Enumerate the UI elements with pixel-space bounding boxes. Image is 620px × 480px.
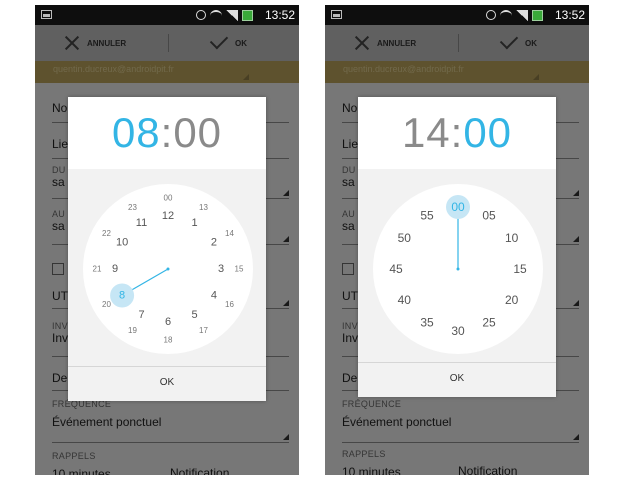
time-readout: 08:00 <box>68 109 266 157</box>
dial-number-20[interactable]: 20 <box>505 293 519 307</box>
dial-number-7[interactable]: 7 <box>138 309 144 321</box>
clock-dial[interactable]: 12 1 2 3 4 5 6 7 8 9 10 11 00 13 14 15 16 17 18 19 20 21 22 23 <box>83 184 253 354</box>
dial-number-8[interactable]: 8 <box>119 290 125 302</box>
signal-icon <box>516 9 528 21</box>
time-picker-dialog: 08:00 12 1 2 3 4 5 6 7 8 9 10 11 00 13 14 15 16 17 18 19 20 2… <box>68 97 266 401</box>
dial-number-45[interactable]: 45 <box>389 262 403 276</box>
dial-center-dot <box>456 267 460 271</box>
dial-number-00[interactable]: 00 <box>451 200 465 214</box>
dial-number-10[interactable]: 10 <box>116 237 128 249</box>
dial-number-00[interactable]: 00 <box>164 194 173 203</box>
dial-number-50[interactable]: 50 <box>398 231 412 245</box>
signal-icon <box>226 9 238 21</box>
dial-number-15[interactable]: 15 <box>235 265 244 274</box>
battery-icon <box>242 9 253 21</box>
time-separator: : <box>160 109 174 156</box>
dial-number-40[interactable]: 40 <box>398 293 412 307</box>
dial-number-35[interactable]: 35 <box>420 316 434 330</box>
dial-number-2[interactable]: 2 <box>211 237 217 249</box>
battery-icon <box>532 9 543 21</box>
wifi-icon <box>500 10 512 20</box>
phone-screen-right: 13:52 ANNULER OK quentin.ducreux@android… <box>325 5 589 475</box>
dial-number-4[interactable]: 4 <box>211 290 217 302</box>
time-display: 14:00 <box>358 97 556 169</box>
image-notification-icon <box>331 10 342 19</box>
dial-number-19[interactable]: 19 <box>128 326 137 335</box>
dial-number-15[interactable]: 15 <box>513 262 527 276</box>
dial-number-23[interactable]: 23 <box>128 203 137 212</box>
dial-number-13[interactable]: 13 <box>199 203 208 212</box>
dial-number-21[interactable]: 21 <box>93 265 102 274</box>
hours-display[interactable]: 14 <box>402 109 451 156</box>
clock-dial[interactable]: 00 05 10 15 20 25 30 35 40 45 50 55 <box>373 184 543 354</box>
dial-number-30[interactable]: 30 <box>451 324 465 338</box>
dial-face[interactable]: 00 05 10 15 20 25 30 35 40 45 50 55 <box>373 184 543 354</box>
dial-center-dot <box>166 267 170 271</box>
status-time: 13:52 <box>554 8 585 22</box>
dial-number-14[interactable]: 14 <box>225 229 234 238</box>
dialog-ok-button[interactable]: OK <box>68 366 266 401</box>
dialog-ok-button[interactable]: OK <box>358 362 556 397</box>
status-bar: 13:52 <box>325 5 589 25</box>
image-notification-icon <box>41 10 52 19</box>
dial-number-12[interactable]: 12 <box>162 210 174 222</box>
dial-number-5[interactable]: 5 <box>191 309 197 321</box>
dial-number-1[interactable]: 1 <box>191 217 197 229</box>
dial-number-20[interactable]: 20 <box>102 300 111 309</box>
alarm-icon <box>196 10 206 20</box>
status-icons <box>196 9 253 21</box>
dial-number-11[interactable]: 11 <box>136 217 147 229</box>
dial-number-17[interactable]: 17 <box>199 326 208 335</box>
dial-number-3[interactable]: 3 <box>218 263 224 275</box>
phone-screen-left: 13:52 ANNULER OK quentin.ducreux@android… <box>35 5 299 475</box>
status-bar: 13:52 <box>35 5 299 25</box>
dialog-ok-label: OK <box>449 373 465 384</box>
alarm-icon <box>486 10 496 20</box>
dial-face[interactable]: 121234567891011001314151617181920212223 <box>83 184 253 354</box>
minutes-display[interactable]: 00 <box>463 109 512 156</box>
status-time: 13:52 <box>264 8 295 22</box>
time-readout: 14:00 <box>358 109 556 157</box>
status-icons <box>486 9 543 21</box>
minutes-display[interactable]: 00 <box>173 109 222 156</box>
dial-number-6[interactable]: 6 <box>165 316 171 328</box>
dial-number-05[interactable]: 05 <box>482 208 496 222</box>
dial-number-25[interactable]: 25 <box>482 316 496 330</box>
dial-number-16[interactable]: 16 <box>225 300 234 309</box>
dial-number-18[interactable]: 18 <box>164 336 173 345</box>
dial-number-55[interactable]: 55 <box>420 208 434 222</box>
time-display: 08:00 <box>68 97 266 169</box>
dial-number-9[interactable]: 9 <box>112 263 118 275</box>
dial-number-10[interactable]: 10 <box>505 231 519 245</box>
dial-number-22[interactable]: 22 <box>102 229 111 238</box>
time-picker-dialog: 14:00 00 05 10 15 20 25 30 35 40 45 50 55 OK <box>358 97 556 397</box>
wifi-icon <box>210 10 222 20</box>
time-separator: : <box>450 109 464 156</box>
dialog-ok-label: OK <box>159 377 175 388</box>
hours-display[interactable]: 08 <box>112 109 161 156</box>
